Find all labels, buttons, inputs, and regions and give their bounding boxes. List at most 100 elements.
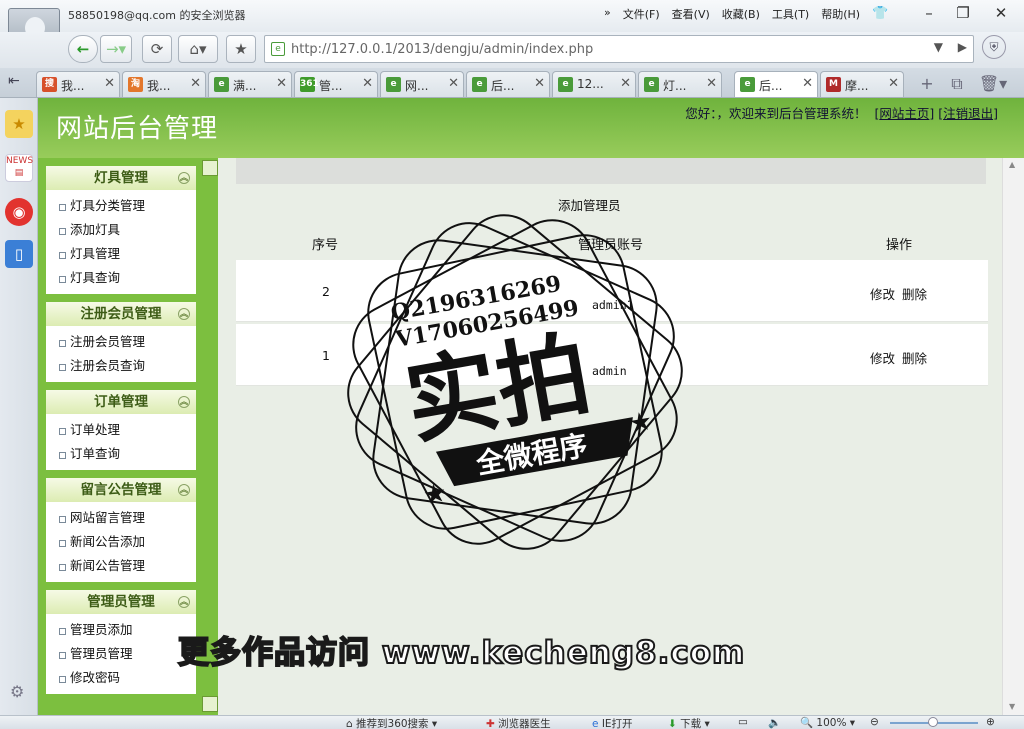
go-icon[interactable]: ▶ (958, 40, 967, 54)
close-icon[interactable]: ✕ (534, 76, 545, 91)
mobile-icon[interactable]: ▯ (5, 240, 33, 268)
favorite-star-button[interactable]: ★ (226, 35, 256, 63)
close-icon[interactable]: ✕ (362, 76, 373, 91)
home-button[interactable]: ⌂▾ (178, 35, 218, 63)
collapse-icon[interactable]: ︽ (178, 172, 190, 184)
menu-more-icon[interactable]: » (604, 6, 611, 22)
delete-link[interactable]: 删除 (902, 348, 927, 367)
status-doctor[interactable]: ✚ 浏览器医生 (486, 716, 551, 729)
browser-tab[interactable]: e 灯... ✕ (638, 71, 722, 97)
address-bar[interactable]: e http://127.0.0.1/2013/dengju/admin/ind… (264, 35, 974, 63)
favorites-star-icon[interactable]: ★ (5, 110, 33, 138)
sidebar-item[interactable]: 灯具管理 (46, 242, 196, 266)
zoom-in-icon[interactable]: ⊕ (986, 716, 995, 728)
zoom-out-icon[interactable]: ⊖ (870, 716, 879, 728)
sidebar-group-header[interactable]: 订单管理 ︽ (46, 390, 196, 414)
shield-icon[interactable]: ⛨ (982, 35, 1006, 59)
logout-link[interactable]: 注销退出 (943, 106, 993, 121)
menu-favorites[interactable]: 收藏(B) (722, 6, 760, 22)
browser-tab[interactable]: e 后... ✕ (734, 71, 818, 97)
sidebar-item[interactable]: 灯具分类管理 (46, 194, 196, 218)
sidebar-item[interactable]: 注册会员管理 (46, 330, 196, 354)
forward-button[interactable]: →▾ (100, 35, 132, 63)
edit-link[interactable]: 修改 (870, 348, 895, 367)
restore-button[interactable]: ❐ (946, 2, 980, 24)
weibo-icon[interactable]: ◉ (5, 198, 33, 226)
sidebar-group-title: 注册会员管理 (80, 306, 162, 322)
close-icon[interactable]: ✕ (104, 76, 115, 91)
browser-tab[interactable]: e 网... ✕ (380, 71, 464, 97)
doctor-icon: ✚ (486, 718, 495, 729)
table-row: 2 admin1 修改 删除 (236, 260, 988, 322)
browser-tab[interactable]: e 满... ✕ (208, 71, 292, 97)
taobao-icon: 淘 (128, 77, 143, 92)
sidebar-item[interactable]: 网站留言管理 (46, 506, 196, 530)
sidebar-item[interactable]: 新闻公告添加 (46, 530, 196, 554)
collapse-icon[interactable]: ︽ (178, 308, 190, 320)
sidebar-item[interactable]: 新闻公告管理 (46, 554, 196, 578)
close-icon[interactable]: ✕ (190, 76, 201, 91)
edit-link[interactable]: 修改 (870, 284, 895, 303)
status-ie[interactable]: e IE打开 (592, 716, 633, 729)
status-zoom[interactable]: 🔍 100% ▾ (800, 716, 855, 729)
back-button[interactable]: ← (68, 35, 98, 63)
news-icon[interactable]: NEWS ▤ (5, 154, 33, 182)
volume-icon[interactable]: 🔈 (768, 716, 781, 729)
window-icon[interactable]: ▭ (738, 716, 748, 728)
scroll-top-marker[interactable] (202, 160, 218, 176)
sidebar-item[interactable]: 注册会员查询 (46, 354, 196, 378)
sidebar-group-header[interactable]: 管理员管理 ︽ (46, 590, 196, 614)
zoom-slider-handle[interactable] (928, 717, 938, 727)
minimize-button[interactable]: – (912, 2, 946, 24)
sidebar-item[interactable]: 灯具查询 (46, 266, 196, 290)
browser-tab[interactable]: 361 管... ✕ (294, 71, 378, 97)
close-window-button[interactable]: ✕ (984, 2, 1018, 24)
table-header: 序号 管理员账号 操作 (236, 226, 988, 260)
add-admin-link[interactable]: 添加管理员 (558, 195, 621, 214)
close-icon[interactable]: ✕ (448, 76, 459, 91)
address-url[interactable]: http://127.0.0.1/2013/dengju/admin/index… (291, 42, 593, 57)
menu-tools[interactable]: 工具(T) (772, 6, 809, 22)
sidebar-group-header[interactable]: 注册会员管理 ︽ (46, 302, 196, 326)
close-icon[interactable]: ✕ (620, 76, 631, 91)
close-icon[interactable]: ✕ (706, 76, 717, 91)
status-recommend[interactable]: ⌂ 推荐到360搜索 ▾ (346, 716, 437, 729)
promo-watermark: 更多作品访问 www.kecheng8.com (177, 634, 746, 672)
page-scrollbar[interactable] (1002, 158, 1024, 715)
browser-tab[interactable]: 淘我... ✕ (122, 71, 206, 97)
status-download[interactable]: ⬇ 下载 ▾ (668, 716, 710, 729)
sidebar-group-header[interactable]: 留言公告管理 ︽ (46, 478, 196, 502)
refresh-button[interactable]: ⟳ (142, 35, 172, 63)
skin-icon[interactable]: 👕 (872, 6, 888, 22)
menu-file[interactable]: 文件(F) (623, 6, 660, 22)
sidebar-item[interactable]: 订单处理 (46, 418, 196, 442)
trash-icon[interactable]: 🗑▾ (976, 74, 1010, 96)
browser-tab[interactable]: M 摩... ✕ (820, 71, 904, 97)
close-icon[interactable]: ✕ (802, 76, 813, 91)
chevron-down-icon[interactable]: ▼ (934, 40, 943, 54)
delete-link[interactable]: 删除 (902, 284, 927, 303)
restore-tab-icon[interactable]: ⧉ (944, 74, 970, 96)
sidebar-item[interactable]: 订单查询 (46, 442, 196, 466)
home-link[interactable]: 网站主页 (879, 106, 929, 121)
sidebar-item[interactable]: 管理员添加 (46, 618, 196, 642)
sidebar-toggle-icon[interactable]: ⇤ (8, 73, 20, 89)
sidebar-item[interactable]: 添加灯具 (46, 218, 196, 242)
browser-tab[interactable]: e 12... ✕ (552, 71, 636, 97)
new-tab-icon[interactable]: + (914, 74, 940, 96)
sidebar-item[interactable]: 管理员管理 (46, 642, 196, 666)
menu-view[interactable]: 查看(V) (672, 6, 710, 22)
close-icon[interactable]: ✕ (888, 76, 899, 91)
collapse-icon[interactable]: ︽ (178, 396, 190, 408)
collapse-icon[interactable]: ︽ (178, 484, 190, 496)
browser-tab[interactable]: e 后... ✕ (466, 71, 550, 97)
scroll-bottom-marker[interactable] (202, 696, 218, 712)
collapse-icon[interactable]: ︽ (178, 596, 190, 608)
gear-icon[interactable]: ⚙ (10, 682, 24, 701)
sidebar-group-header[interactable]: 灯具管理 ︽ (46, 166, 196, 190)
browser-tab[interactable]: 搜我... ✕ (36, 71, 120, 97)
menu-help[interactable]: 帮助(H) (821, 6, 860, 22)
sidebar-item[interactable]: 修改密码 (46, 666, 196, 690)
admin-page: 网站后台管理 您好：，欢迎来到后台管理系统！ [网站主页] [注销退出] 灯具管… (38, 98, 1024, 715)
close-icon[interactable]: ✕ (276, 76, 287, 91)
